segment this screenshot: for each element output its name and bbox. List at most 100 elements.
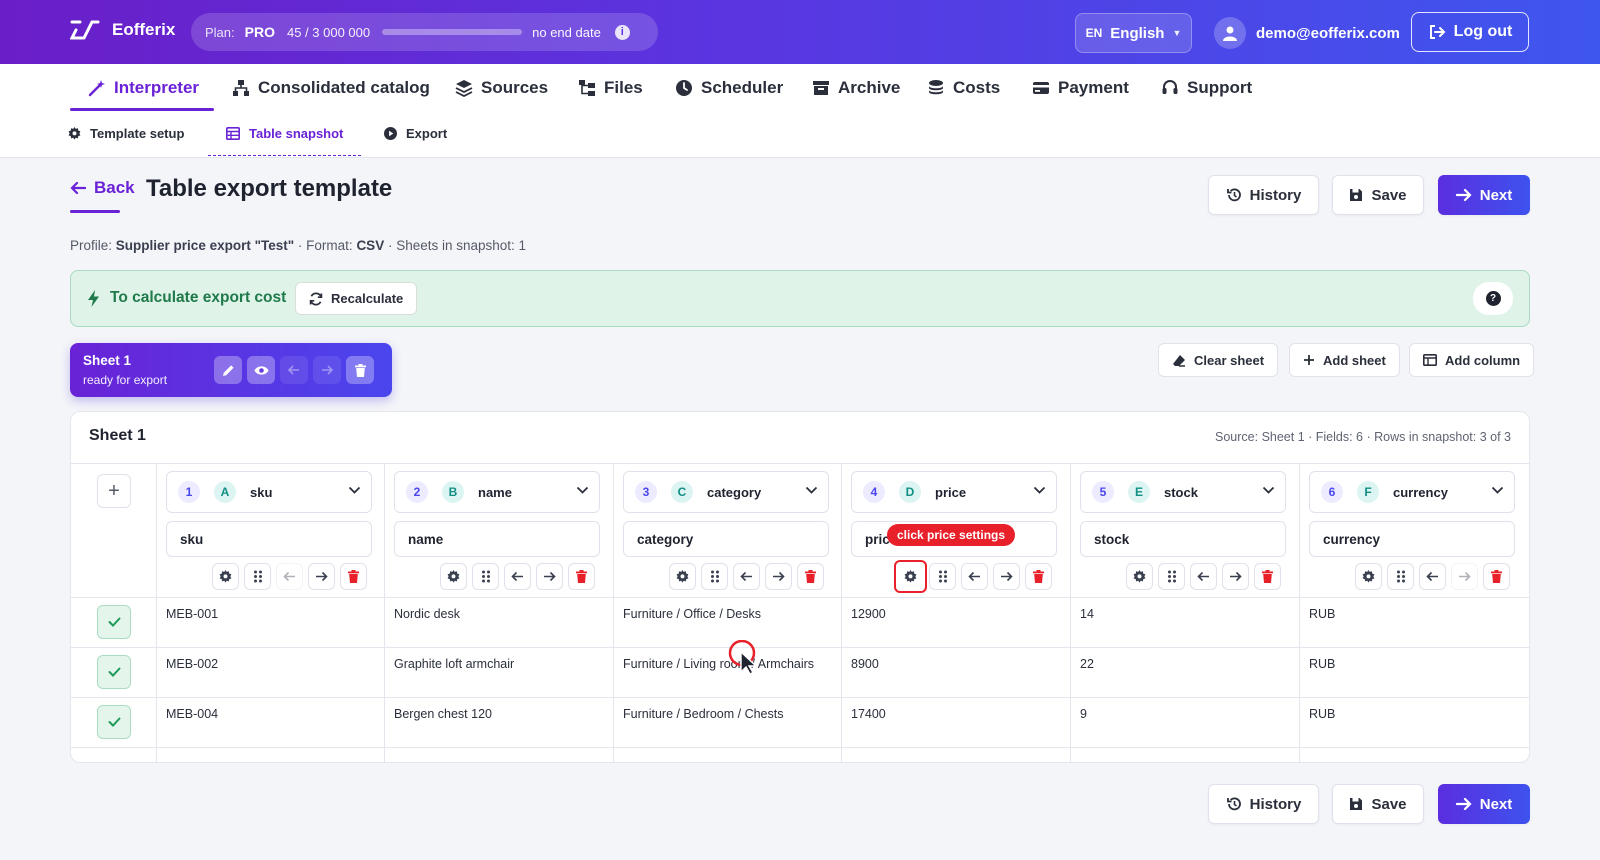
column-header-input[interactable]: currency	[1309, 521, 1515, 557]
column-source-select[interactable]: 3 Ccategory	[623, 471, 829, 513]
avatar	[1214, 17, 1246, 49]
layers-icon	[455, 79, 473, 97]
clear-sheet-button[interactable]: Clear sheet	[1158, 343, 1279, 377]
delete-column-button[interactable]	[340, 563, 367, 590]
main-nav: Interpreter Consolidated catalog Sources…	[0, 64, 1600, 114]
column-settings-button[interactable]	[440, 563, 467, 590]
move-column-right-button[interactable]	[993, 563, 1020, 590]
column-settings-button[interactable]	[894, 560, 927, 593]
column-drag-handle[interactable]	[244, 563, 271, 590]
arrow-right-icon	[315, 571, 328, 582]
clock-icon	[675, 79, 693, 97]
column-header-input[interactable]: sku	[166, 521, 372, 557]
row-include-checkbox[interactable]	[97, 705, 131, 739]
column-settings-button[interactable]	[669, 563, 696, 590]
column-header-input[interactable]: category	[623, 521, 829, 557]
column-drag-handle[interactable]	[701, 563, 728, 590]
tab-table-snapshot[interactable]: Table snapshot	[226, 126, 343, 141]
column-field-name: price	[935, 484, 967, 500]
move-column-right-button[interactable]	[1222, 563, 1249, 590]
nav-item-costs[interactable]: Costs	[927, 64, 1000, 112]
chevron-down-icon	[576, 486, 589, 495]
delete-sheet-button[interactable]	[346, 356, 374, 384]
arrow-right-icon	[1455, 188, 1472, 202]
move-column-left-button[interactable]	[504, 563, 531, 590]
nav-item-consolidated-catalog[interactable]: Consolidated catalog	[232, 64, 430, 112]
nav-item-interpreter[interactable]: Interpreter	[88, 64, 199, 112]
delete-column-button[interactable]	[1483, 563, 1510, 590]
column-settings-button[interactable]	[1126, 563, 1153, 590]
column-number-badge: 1	[178, 481, 200, 503]
language-selector[interactable]: EN English ▼	[1075, 13, 1192, 53]
back-underline	[70, 210, 120, 213]
move-column-right-button[interactable]	[1451, 563, 1478, 590]
column-letter-badge: A	[214, 481, 236, 503]
delete-column-button[interactable]	[568, 563, 595, 590]
move-column-right-button[interactable]	[308, 563, 335, 590]
next-button[interactable]: Next	[1438, 175, 1530, 215]
move-column-left-button[interactable]	[1419, 563, 1446, 590]
user-menu[interactable]: demo@eofferix.com	[1214, 17, 1400, 49]
column-source-select[interactable]: 6 Fcurrency	[1309, 471, 1515, 513]
row-include-checkbox[interactable]	[97, 655, 131, 689]
nav-item-sources[interactable]: Sources	[455, 64, 548, 112]
column-source-select[interactable]: 4 Dprice	[851, 471, 1057, 513]
column-header-input[interactable]: stock	[1080, 521, 1286, 557]
move-column-left-button[interactable]	[1190, 563, 1217, 590]
rename-sheet-button[interactable]	[214, 356, 242, 384]
save-button[interactable]: Save	[1332, 175, 1424, 215]
info-icon[interactable]: i	[614, 24, 630, 40]
delete-column-button[interactable]	[1025, 563, 1052, 590]
add-sheet-button[interactable]: Add sheet	[1289, 343, 1400, 377]
add-column-inline-button[interactable]: +	[97, 474, 131, 508]
nav-item-archive[interactable]: Archive	[812, 64, 900, 112]
row-include-checkbox[interactable]	[97, 605, 131, 639]
tab-template-setup[interactable]: Template setup	[68, 126, 184, 141]
column-source-select[interactable]: 2 Bname	[394, 471, 600, 513]
history-button-bottom[interactable]: History	[1208, 784, 1319, 824]
column-source-select[interactable]: 5 Estock	[1080, 471, 1286, 513]
move-column-left-button[interactable]	[276, 563, 303, 590]
move-sheet-right-button[interactable]	[313, 356, 341, 384]
history-button[interactable]: History	[1208, 175, 1319, 215]
chevron-down-icon	[348, 486, 361, 495]
column-settings-button[interactable]	[212, 563, 239, 590]
column-settings-button[interactable]	[1355, 563, 1382, 590]
nav-item-support[interactable]: Support	[1161, 64, 1252, 112]
column-drag-handle[interactable]	[1158, 563, 1185, 590]
nav-item-payment[interactable]: Payment	[1032, 64, 1129, 112]
table-cell: 22	[1080, 657, 1094, 671]
column-drag-handle[interactable]	[1387, 563, 1414, 590]
plan-usage: 45 / 3 000 000	[286, 24, 371, 40]
move-sheet-left-button[interactable]	[280, 356, 308, 384]
logout-label: Log out	[1453, 23, 1513, 40]
table-cell: MEB-001	[166, 607, 219, 621]
logout-button[interactable]: Log out	[1411, 12, 1529, 52]
move-column-right-button[interactable]	[765, 563, 792, 590]
tab-export[interactable]: Export	[384, 126, 447, 141]
table-cell: 14	[1080, 607, 1094, 621]
back-button[interactable]: Back	[70, 178, 135, 198]
nav-item-files[interactable]: Files	[578, 64, 643, 112]
sheet-tab[interactable]: Sheet 1 ready for export	[70, 343, 392, 397]
table-cell: 12900	[851, 607, 886, 621]
table-cell: 17400	[851, 707, 886, 721]
move-column-left-button[interactable]	[961, 563, 988, 590]
recalculate-button[interactable]: Recalculate	[295, 282, 418, 315]
move-column-right-button[interactable]	[536, 563, 563, 590]
add-column-button[interactable]: Add column	[1409, 343, 1535, 377]
column-drag-handle[interactable]	[472, 563, 499, 590]
move-column-left-button[interactable]	[733, 563, 760, 590]
column-source-select[interactable]: 1 Asku	[166, 471, 372, 513]
delete-column-button[interactable]	[797, 563, 824, 590]
preview-sheet-button[interactable]	[247, 356, 275, 384]
column-drag-handle[interactable]	[929, 563, 956, 590]
app-logo[interactable]: Eofferix	[70, 18, 175, 42]
delete-column-button[interactable]	[1254, 563, 1281, 590]
nav-item-scheduler[interactable]: Scheduler	[675, 64, 783, 112]
help-button[interactable]: ?	[1473, 282, 1513, 315]
column-header-input[interactable]: name	[394, 521, 600, 557]
next-button-bottom[interactable]: Next	[1438, 784, 1530, 824]
table-cell: Bergen chest 120	[394, 707, 492, 721]
save-button-bottom[interactable]: Save	[1332, 784, 1424, 824]
